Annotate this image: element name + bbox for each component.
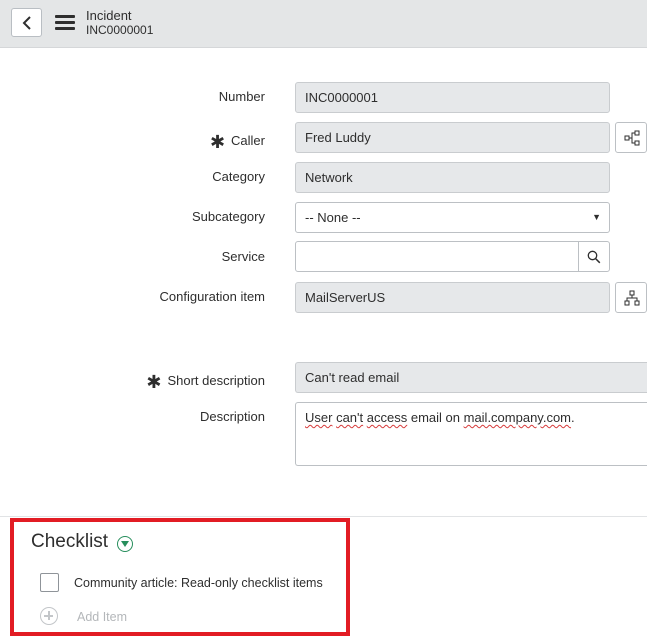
service-lookup-button[interactable] [578, 241, 610, 272]
back-button[interactable] [11, 8, 42, 37]
record-type-title: Incident [86, 8, 132, 23]
caller-field[interactable]: Fred Luddy [295, 122, 610, 153]
triangle-down-icon [121, 541, 129, 547]
form-header: Incident INC0000001 [0, 0, 647, 48]
configuration-item-label: Configuration item [159, 289, 266, 304]
description-label: Description [199, 409, 265, 424]
caller-label: Caller [231, 133, 265, 148]
short-description-field[interactable]: Can't read email [295, 362, 647, 393]
chevron-left-icon [22, 16, 31, 30]
add-circle-icon[interactable] [40, 607, 58, 625]
record-number-subtitle: INC0000001 [86, 23, 154, 37]
ci-dependency-map-button[interactable] [615, 282, 647, 313]
add-item-input[interactable]: Add Item [77, 610, 127, 624]
caller-label-row: ✱ Caller [209, 129, 265, 152]
subcategory-select[interactable]: -- None -- ▼ [295, 202, 610, 233]
caller-hierarchy-button[interactable] [615, 122, 647, 153]
collapse-toggle-icon[interactable] [117, 536, 133, 552]
service-label: Service [221, 249, 265, 264]
hamburger-menu-icon[interactable] [55, 15, 75, 31]
search-icon [587, 250, 601, 264]
description-text: User can't access email on mail.company.… [305, 410, 575, 425]
short-description-label-row: ✱ Short description [146, 369, 265, 392]
section-divider [0, 516, 647, 517]
required-asterisk-icon: ✱ [209, 132, 226, 152]
subcategory-label: Subcategory [192, 209, 265, 224]
subcategory-selected-value: -- None -- [305, 210, 361, 225]
checklist-item-label: Community article: Read-only checklist i… [74, 576, 323, 590]
number-label: Number [218, 89, 265, 104]
category-label: Category [212, 169, 265, 184]
checklist-title: Checklist [31, 531, 109, 552]
configuration-item-field[interactable]: MailServerUS [295, 282, 610, 313]
dependency-map-icon [624, 290, 640, 306]
dropdown-arrow-icon: ▼ [592, 212, 601, 222]
checklist-item-checkbox[interactable] [40, 573, 59, 592]
category-field[interactable]: Network [295, 162, 610, 193]
tree-hierarchy-icon [624, 130, 640, 146]
number-field[interactable]: INC0000001 [295, 82, 610, 113]
short-description-label: Short description [167, 373, 265, 388]
service-input[interactable] [295, 241, 579, 272]
required-asterisk-icon: ✱ [146, 372, 162, 392]
